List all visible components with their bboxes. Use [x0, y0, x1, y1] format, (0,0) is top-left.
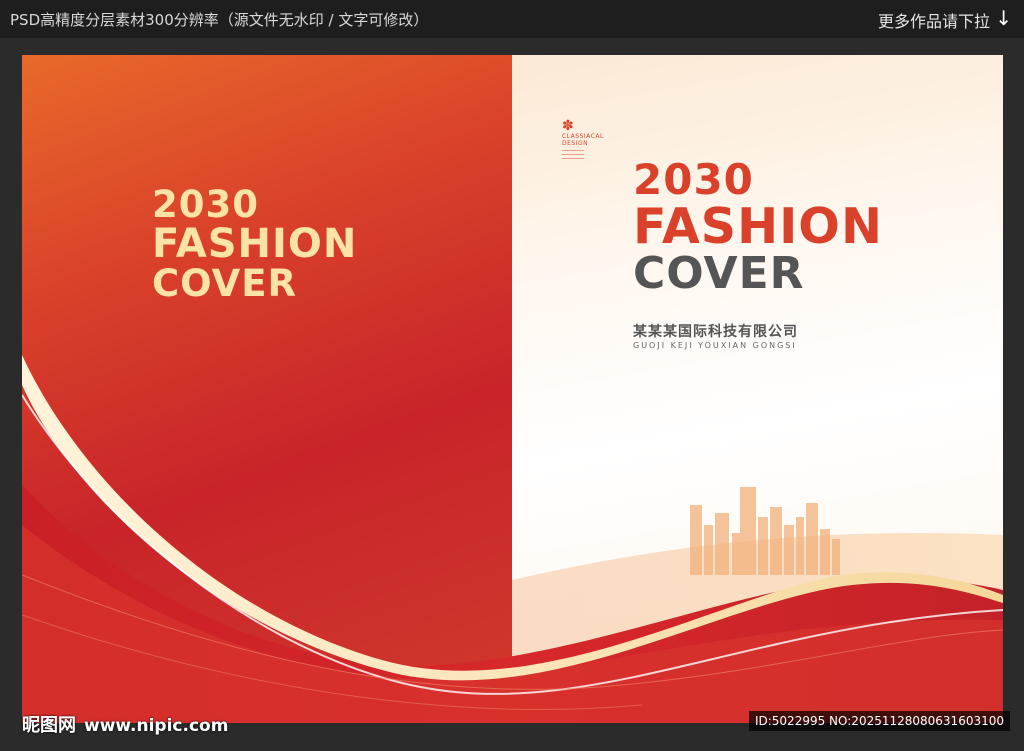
- front-cover-fashion: FASHION: [633, 197, 883, 255]
- logo-text-1: CLASSIACAL: [562, 133, 604, 140]
- back-cover-cover: COVER: [152, 261, 298, 305]
- image-id-label: ID:5022995 NO:20251128080631603100: [748, 711, 1010, 731]
- front-cover-cover: COVER: [633, 247, 805, 299]
- top-banner: PSD高精度分层素材300分辨率（源文件无水印 / 文字可修改） 更多作品请下拉…: [0, 0, 1024, 38]
- more-works-link[interactable]: 更多作品请下拉: [878, 8, 990, 32]
- brand-logo: ✽ CLASSIACAL DESIGN: [562, 119, 604, 159]
- company-pinyin: GUOJI KEJI YOUXIAN GONGSI: [633, 341, 797, 350]
- logo-lines: [562, 150, 604, 159]
- front-cover-title: 2030 FASHION COVER: [633, 155, 883, 299]
- back-cover-year: 2030: [152, 183, 259, 226]
- site-url: www.nipic.com: [84, 716, 229, 736]
- logo-text-2: DESIGN: [562, 140, 589, 147]
- site-watermark: 昵图网 www.nipic.com: [22, 711, 228, 737]
- flower-logo-icon: ✽: [562, 118, 574, 134]
- cover-artwork: ✽ CLASSIACAL DESIGN: [22, 55, 1003, 723]
- company-name: 某某某国际科技有限公司: [633, 324, 798, 340]
- front-cover-year: 2030: [633, 155, 754, 204]
- back-cover-title: 2030 FASHION COVER: [152, 186, 357, 302]
- arrow-down-icon[interactable]: ↓: [995, 6, 1012, 30]
- site-name: 昵图网: [22, 715, 76, 736]
- wave-decoration: [22, 355, 1003, 723]
- banner-description: PSD高精度分层素材300分辨率（源文件无水印 / 文字可修改）: [10, 11, 429, 29]
- back-cover-fashion: FASHION: [152, 220, 358, 267]
